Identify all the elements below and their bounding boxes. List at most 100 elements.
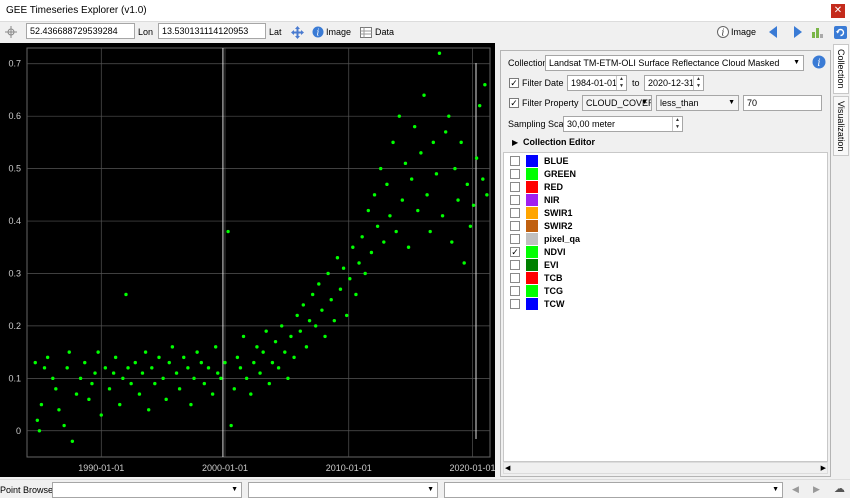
image-info-icon[interactable]: i xyxy=(716,25,730,39)
tab-collection-label: Collection xyxy=(836,49,846,89)
scroll-left-icon[interactable]: ◀ xyxy=(505,464,510,472)
lon-input[interactable]: 52.436688729539284 xyxy=(26,23,135,39)
band-item-tcg[interactable]: TCG xyxy=(510,285,810,297)
data-label[interactable]: Data xyxy=(375,27,394,37)
expand-triangle-icon[interactable]: ▶ xyxy=(512,138,518,147)
info-icon[interactable]: i xyxy=(311,25,325,39)
data-point xyxy=(304,345,309,349)
close-button[interactable]: ✕ xyxy=(831,4,845,18)
band-item-swir1[interactable]: SWIR1 xyxy=(510,207,810,219)
filter-date-checkbox[interactable]: ✓ xyxy=(509,78,519,88)
point-browser-dropdown-1[interactable]: ▼ xyxy=(52,482,242,498)
date-to-input[interactable]: 2020-12-31 ▲ ▼ xyxy=(644,75,704,91)
cloud-icon[interactable]: ☁ xyxy=(834,482,845,495)
band-color-swatch[interactable] xyxy=(526,220,538,232)
data-point xyxy=(357,261,361,265)
band-checkbox[interactable]: ✓ xyxy=(510,247,520,257)
band-color-swatch[interactable] xyxy=(526,233,538,245)
sampling-scale-spinner-icon[interactable]: ▲ ▼ xyxy=(672,117,682,131)
operator-value: less_than xyxy=(660,98,699,108)
band-checkbox[interactable] xyxy=(510,182,520,192)
band-name: GREEN xyxy=(544,169,577,179)
band-checkbox[interactable] xyxy=(510,299,520,309)
sampling-scale-input[interactable]: 30,00 meter ▲ ▼ xyxy=(563,116,683,132)
data-point xyxy=(189,402,193,407)
date-from-spinner-icon[interactable]: ▲ ▼ xyxy=(616,76,626,90)
band-item-tcb[interactable]: TCB xyxy=(510,272,810,284)
band-item-evi[interactable]: EVI xyxy=(510,259,810,271)
property-dropdown[interactable]: CLOUD_COVER ▼ xyxy=(582,95,652,111)
collection-dropdown[interactable]: Landsat TM-ETM-OLI Surface Reflectance C… xyxy=(545,55,804,71)
band-color-swatch[interactable] xyxy=(526,272,538,284)
ndvi-timeseries-plot[interactable]: 0 0.1 0.2 0.3 0.4 0.5 0.6 0.7 1990-01-01 2000-01-… xyxy=(0,43,495,477)
point-browser-dropdown-3[interactable]: ▼ xyxy=(444,482,783,498)
data-point xyxy=(140,371,145,375)
table-icon[interactable] xyxy=(359,25,373,39)
previous-point-icon[interactable]: ◀ xyxy=(792,484,799,495)
data-point xyxy=(35,418,40,422)
collection-label: Collection xyxy=(508,58,548,68)
point-browser-dropdown-2[interactable]: ▼ xyxy=(248,482,438,498)
band-item-red[interactable]: RED xyxy=(510,181,810,193)
band-color-swatch[interactable] xyxy=(526,285,538,297)
right-image-label[interactable]: Image xyxy=(731,27,756,37)
pan-icon[interactable] xyxy=(290,25,304,39)
band-name: TCG xyxy=(544,286,563,296)
image-label[interactable]: Image xyxy=(326,27,351,37)
data-point xyxy=(382,240,386,244)
band-checkbox[interactable] xyxy=(510,195,520,205)
band-checkbox[interactable] xyxy=(510,156,520,166)
band-color-swatch[interactable] xyxy=(526,194,538,206)
band-item-nir[interactable]: NIR xyxy=(510,194,810,206)
data-point xyxy=(90,381,94,386)
data-point xyxy=(195,350,199,354)
scroll-right-icon[interactable]: ▶ xyxy=(821,464,826,472)
band-item-blue[interactable]: BLUE xyxy=(510,155,810,167)
help-icon[interactable]: i xyxy=(812,55,826,69)
date-to-spinner-icon[interactable]: ▲ ▼ xyxy=(693,76,703,90)
band-checkbox[interactable] xyxy=(510,169,520,179)
operator-dropdown[interactable]: less_than ▼ xyxy=(656,95,739,111)
refresh-icon[interactable] xyxy=(833,25,847,39)
tab-collection[interactable]: Collection xyxy=(833,44,849,94)
bar-chart-icon[interactable] xyxy=(811,25,825,39)
band-color-swatch[interactable] xyxy=(526,259,538,271)
band-checkbox[interactable] xyxy=(510,208,520,218)
filter-property-checkbox[interactable]: ✓ xyxy=(509,98,519,108)
band-checkbox[interactable] xyxy=(510,286,520,296)
band-color-swatch[interactable] xyxy=(526,207,538,219)
svg-text:i: i xyxy=(817,58,820,69)
window-title: GEE Timeseries Explorer (v1.0) xyxy=(6,5,147,16)
tab-visualization[interactable]: Visualization xyxy=(833,96,849,156)
horizontal-scrollbar[interactable]: ◀ ▶ xyxy=(503,462,828,474)
band-item-ndvi[interactable]: ✓ NDVI xyxy=(510,246,810,258)
next-icon[interactable] xyxy=(791,25,805,39)
previous-icon[interactable] xyxy=(766,25,780,39)
data-point xyxy=(51,376,55,381)
band-item-swir2[interactable]: SWIR2 xyxy=(510,220,810,232)
band-color-swatch[interactable] xyxy=(526,181,538,193)
band-checkbox[interactable] xyxy=(510,221,520,231)
crosshair-icon[interactable] xyxy=(4,25,18,39)
lat-input[interactable]: 13.530131114120953 xyxy=(158,23,266,39)
y-tick-label: 0.1 xyxy=(8,373,21,383)
data-point xyxy=(121,376,125,381)
data-point xyxy=(301,303,306,307)
threshold-input[interactable]: 70 xyxy=(743,95,822,111)
band-color-swatch[interactable] xyxy=(526,246,538,258)
collection-editor-label[interactable]: Collection Editor xyxy=(523,137,595,147)
band-checkbox[interactable] xyxy=(510,273,520,283)
band-item-pixel-qa[interactable]: pixel_qa xyxy=(510,233,810,245)
date-from-input[interactable]: 1984-01-01 ▲ ▼ xyxy=(567,75,627,91)
band-checkbox[interactable] xyxy=(510,260,520,270)
date-from-value: 1984-01-01 xyxy=(571,78,618,88)
band-checkbox[interactable] xyxy=(510,234,520,244)
band-item-green[interactable]: GREEN xyxy=(510,168,810,180)
band-color-swatch[interactable] xyxy=(526,168,538,180)
band-item-tcw[interactable]: TCW xyxy=(510,298,810,310)
data-point xyxy=(280,324,284,328)
y-tick-label: 0.2 xyxy=(8,321,21,331)
band-color-swatch[interactable] xyxy=(526,298,538,310)
band-color-swatch[interactable] xyxy=(526,155,538,167)
next-point-icon[interactable]: ▶ xyxy=(813,484,820,495)
